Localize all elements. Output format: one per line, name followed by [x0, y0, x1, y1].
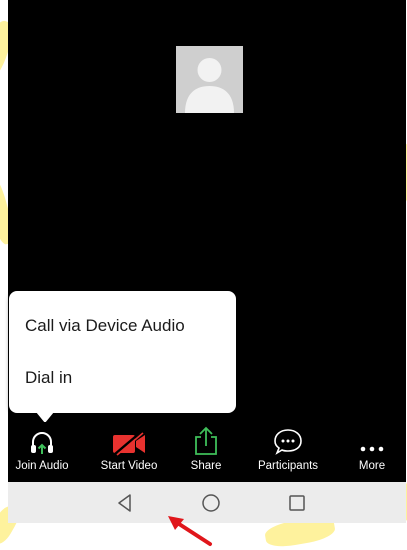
- join-audio-label: Join Audio: [15, 460, 69, 472]
- video-off-icon: [113, 431, 145, 456]
- red-arrow-annotation: [168, 516, 212, 546]
- share-icon: [195, 426, 217, 455]
- start-video-button[interactable]: Start Video: [94, 422, 164, 482]
- join-audio-button[interactable]: Join Audio: [14, 422, 70, 482]
- share-label: Share: [190, 460, 222, 472]
- back-icon[interactable]: [114, 492, 136, 514]
- phone-screen: Call via Device Audio Dial in Join Audio: [8, 0, 406, 547]
- start-video-label: Start Video: [100, 460, 158, 472]
- headphones-icon: [31, 432, 53, 454]
- more-button[interactable]: More: [350, 422, 394, 482]
- recent-apps-icon[interactable]: [286, 492, 308, 514]
- audio-options-popup: Call via Device Audio Dial in: [9, 291, 236, 413]
- share-button[interactable]: Share: [184, 422, 228, 482]
- participants-button[interactable]: Participants: [252, 422, 324, 482]
- participants-label: Participants: [257, 460, 319, 472]
- call-via-device-audio-option[interactable]: Call via Device Audio: [25, 316, 185, 336]
- chat-bubble-icon: [274, 429, 302, 455]
- more-label: More: [358, 460, 386, 472]
- user-avatar-icon: [176, 46, 243, 113]
- more-dots-icon: [360, 446, 384, 452]
- dial-in-option[interactable]: Dial in: [25, 368, 72, 388]
- meeting-toolbar: Join Audio Start Video Share Participant…: [8, 422, 406, 482]
